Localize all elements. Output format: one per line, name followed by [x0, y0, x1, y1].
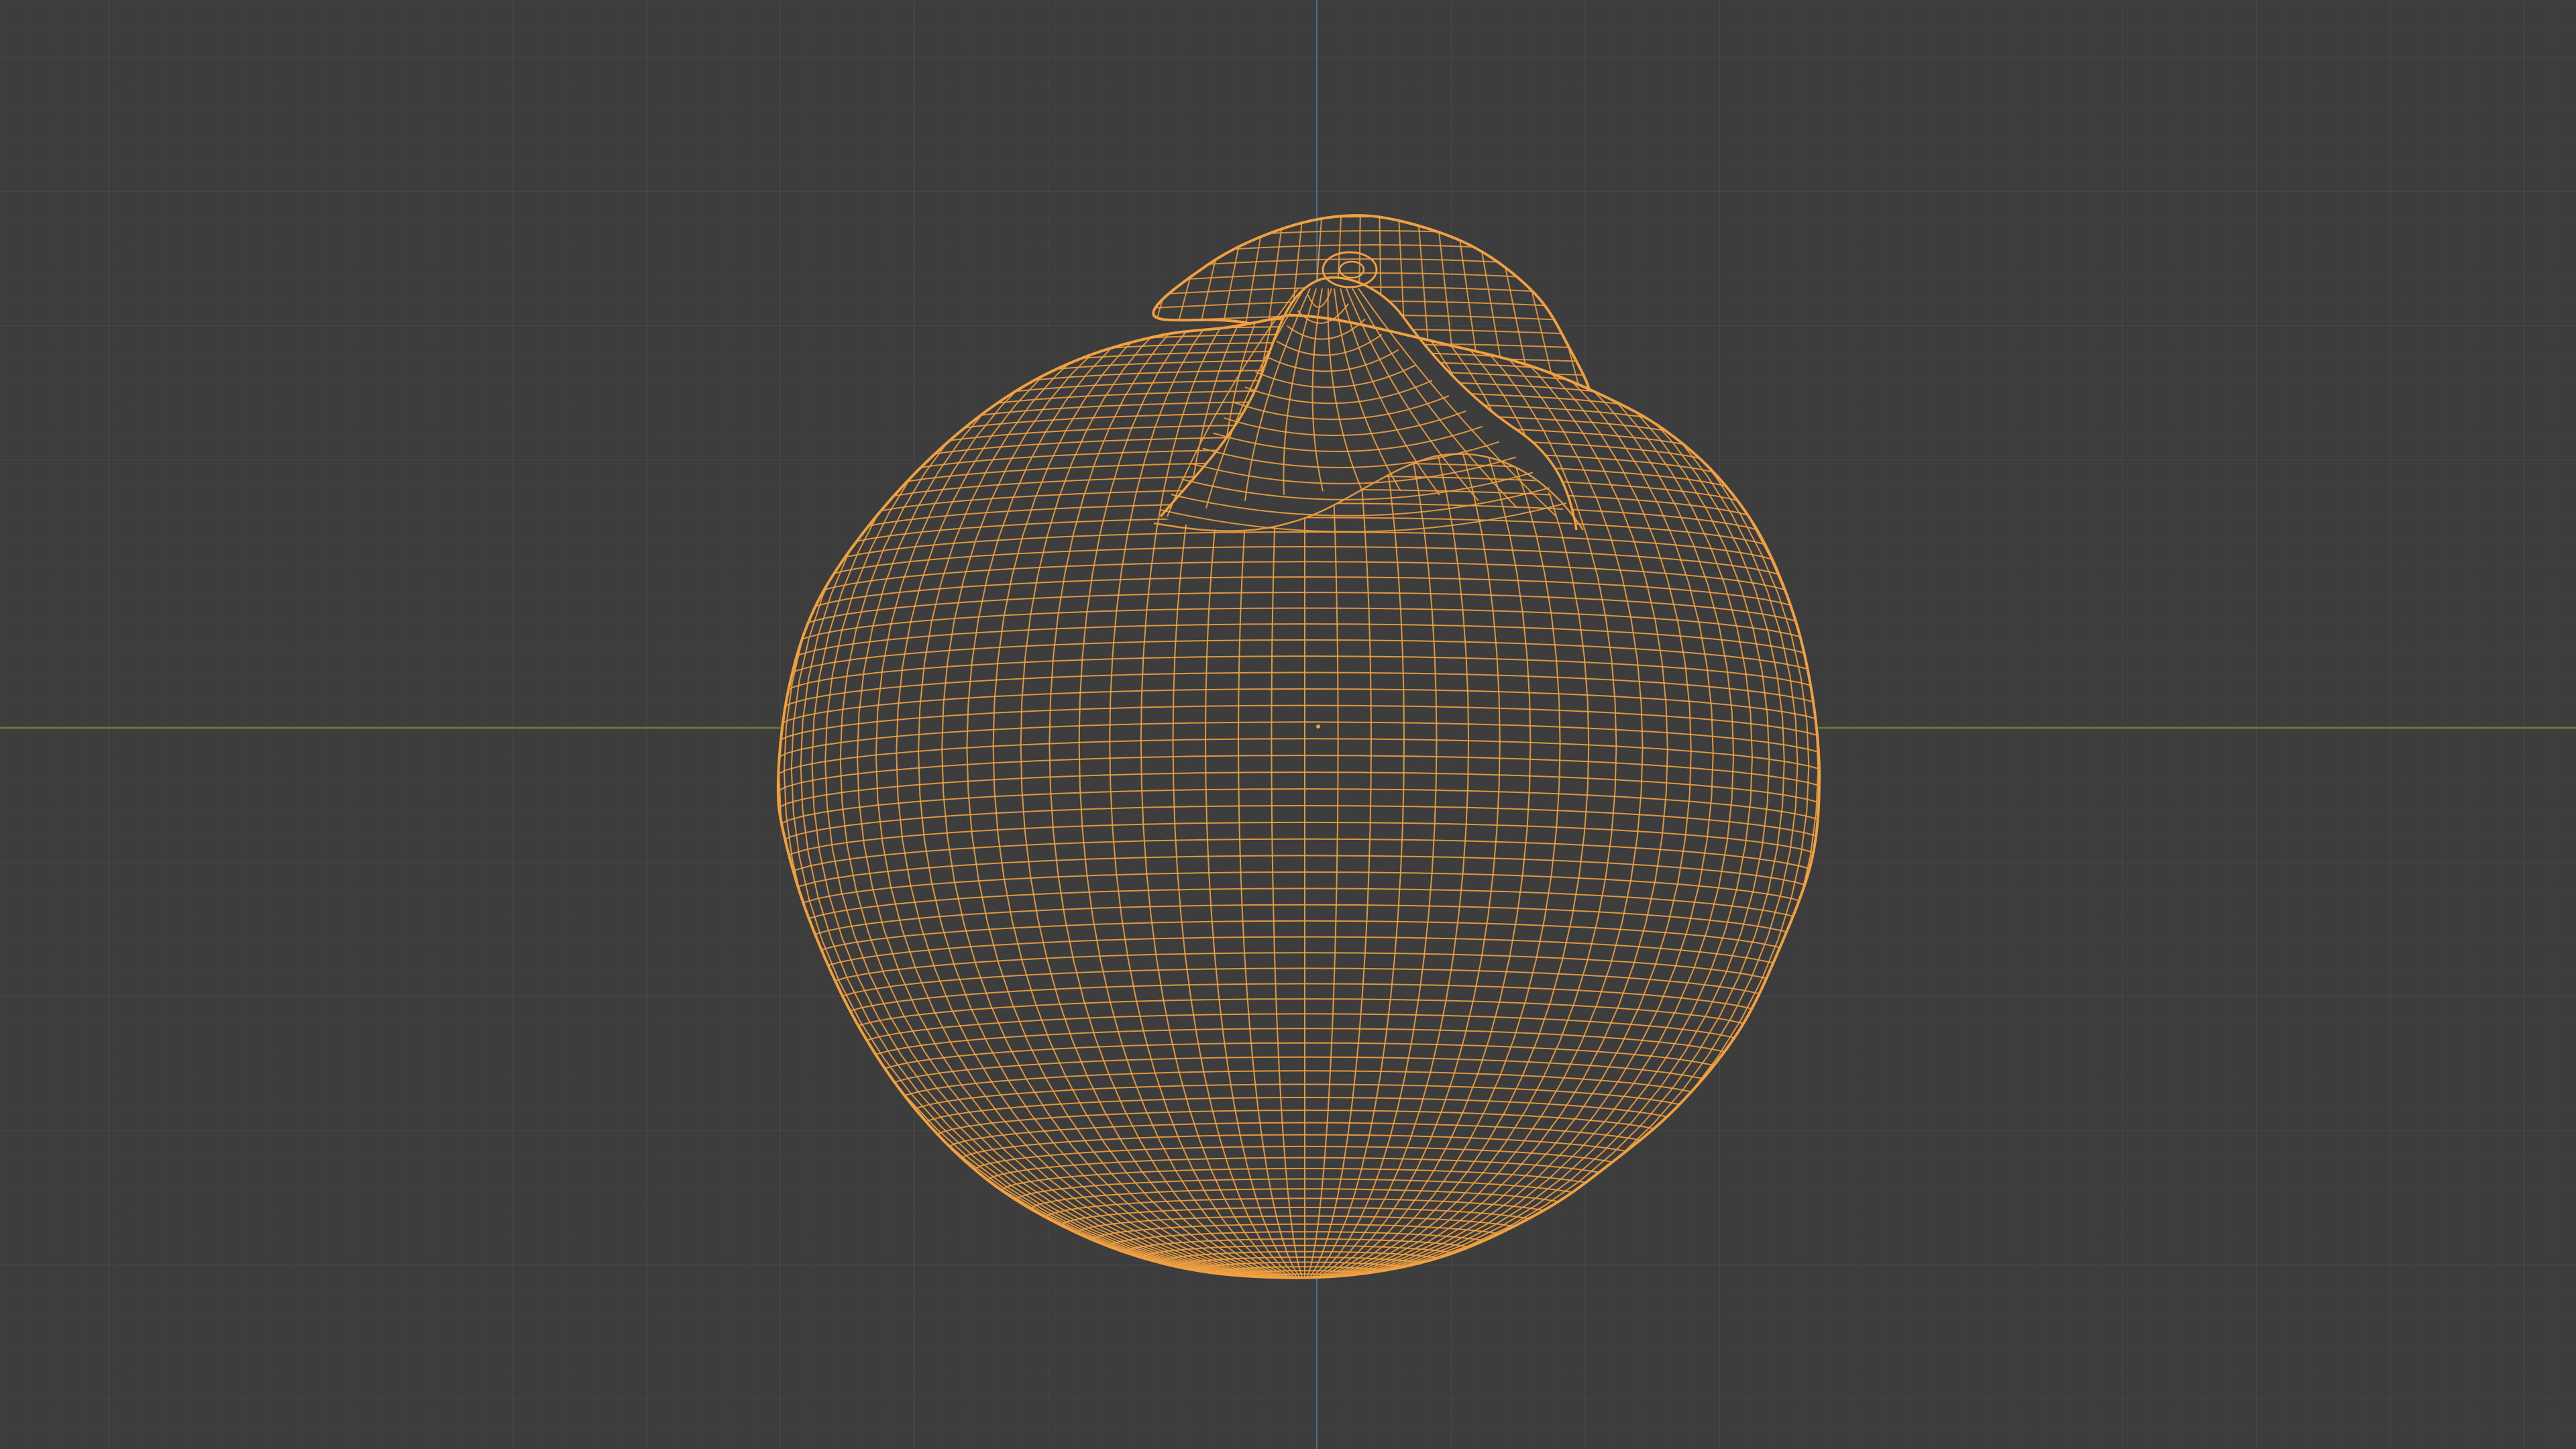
3d-viewport[interactable] [0, 0, 2576, 1449]
viewport-canvas[interactable] [0, 0, 2576, 1449]
object-origin-point [1316, 724, 1320, 729]
